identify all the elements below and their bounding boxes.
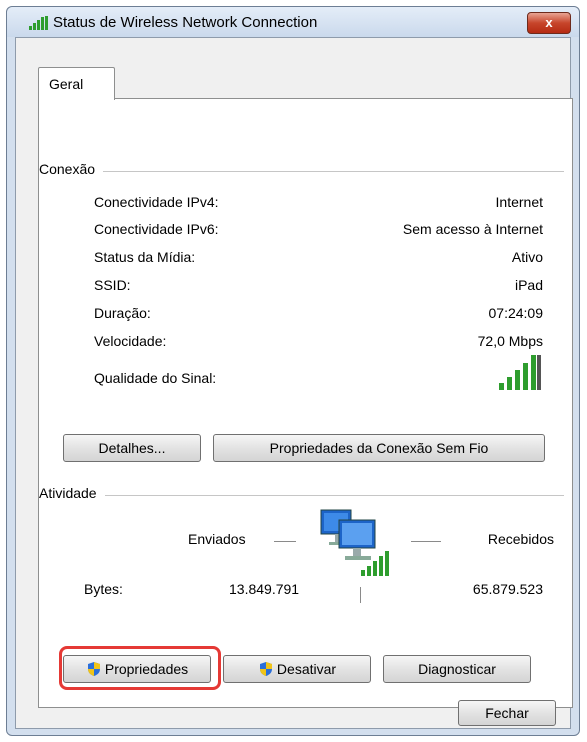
sent-connector-line bbox=[274, 541, 296, 542]
title-bar[interactable]: Status de Wireless Network Connection x bbox=[7, 7, 579, 37]
received-connector-line bbox=[411, 541, 441, 542]
bytes-received-value: 65.879.523 bbox=[472, 581, 543, 597]
duration-value: 07:24:09 bbox=[488, 305, 544, 321]
ipv6-label: Conectividade IPv6: bbox=[94, 221, 219, 237]
disable-button-label: Desativar bbox=[276, 661, 337, 677]
close-window-button[interactable]: x bbox=[527, 12, 571, 34]
signal-quality-label: Qualidade do Sinal: bbox=[94, 370, 217, 386]
ssid-label: SSID: bbox=[94, 277, 131, 293]
network-computers-icon bbox=[320, 509, 389, 576]
uac-shield-icon bbox=[259, 662, 272, 676]
ipv4-value: Internet bbox=[495, 194, 543, 210]
signal-strength-icon bbox=[499, 355, 541, 390]
bytes-label: Bytes: bbox=[84, 581, 123, 597]
fechar-button[interactable]: Fechar bbox=[458, 700, 556, 726]
dialog-window: Status de Wireless Network Connection x … bbox=[6, 6, 580, 736]
speed-label: Velocidade: bbox=[94, 333, 167, 349]
ssid-value: iPad bbox=[514, 277, 543, 293]
diagnose-button[interactable]: Diagnosticar bbox=[383, 655, 531, 683]
disable-button[interactable]: Desativar bbox=[223, 655, 371, 683]
window-title: Status de Wireless Network Connection bbox=[53, 14, 318, 31]
sent-label: Enviados bbox=[188, 531, 246, 547]
connection-group-divider bbox=[69, 171, 564, 172]
details-button[interactable]: Detalhes... bbox=[63, 434, 201, 462]
ipv6-value: Sem acesso à Internet bbox=[402, 221, 543, 237]
speed-value: 72,0 Mbps bbox=[477, 333, 543, 349]
activity-divider bbox=[360, 587, 361, 603]
tab-panel: Conexão Conectividade IPv4: Internet Con… bbox=[38, 98, 573, 708]
media-status-label: Status da Mídia: bbox=[94, 249, 196, 265]
ipv4-label: Conectividade IPv4: bbox=[94, 194, 219, 210]
activity-group-divider bbox=[69, 495, 564, 496]
bytes-sent-value: 13.849.791 bbox=[229, 581, 300, 597]
activity-group-label: Atividade bbox=[39, 485, 105, 501]
highlight-annotation bbox=[59, 646, 221, 690]
media-status-value: Ativo bbox=[511, 249, 543, 265]
dialog-client-area: Geral Conexão Conectividade IPv4: Intern… bbox=[15, 37, 573, 729]
connection-group-label: Conexão bbox=[39, 161, 104, 177]
tab-geral[interactable]: Geral bbox=[38, 67, 115, 100]
wireless-signal-icon bbox=[29, 16, 48, 30]
tab-label: Geral bbox=[49, 76, 84, 92]
wireless-properties-button[interactable]: Propriedades da Conexão Sem Fio bbox=[213, 434, 545, 462]
received-label: Recebidos bbox=[487, 531, 554, 547]
duration-label: Duração: bbox=[94, 305, 151, 321]
